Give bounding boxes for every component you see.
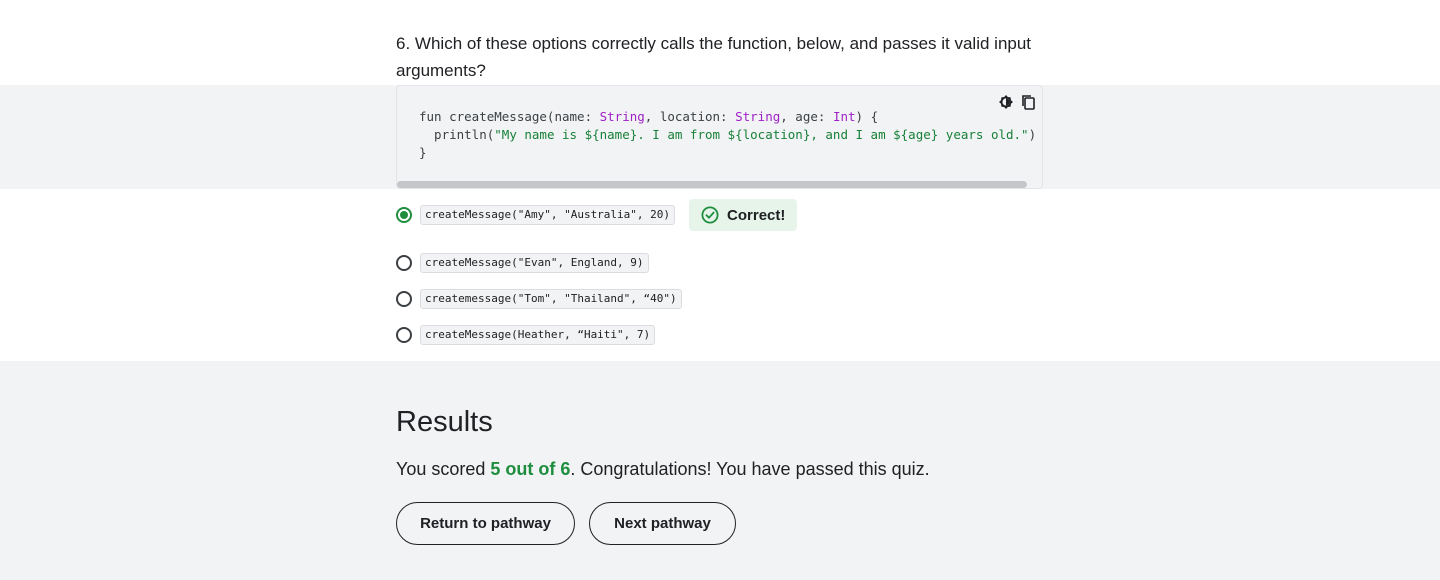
- radio-button[interactable]: [396, 327, 412, 343]
- option-code: createMessage("Evan", England, 9): [420, 253, 649, 273]
- option-code: createMessage("Amy", "Australia", 20): [420, 205, 676, 225]
- results-title: Results: [396, 406, 493, 438]
- code-type: String: [599, 109, 645, 124]
- feedback-label: Correct!: [727, 206, 786, 224]
- code-horizontal-scrollbar[interactable]: [397, 181, 1027, 188]
- answer-option[interactable]: createMessage("Amy", "Australia", 20) Co…: [396, 199, 798, 231]
- code-text: , age:: [780, 109, 833, 124]
- code-text: , location:: [644, 109, 736, 124]
- results-prefix: You scored: [396, 459, 491, 479]
- next-pathway-button[interactable]: Next pathway: [589, 502, 736, 545]
- code-text: fun createMessage(name:: [419, 109, 600, 124]
- results-summary: You scored 5 out of 6. Congratulations! …: [396, 457, 930, 481]
- code-content: fun createMessage(name: String, location…: [419, 108, 1042, 162]
- radio-dot: [400, 211, 408, 219]
- radio-button[interactable]: [396, 255, 412, 271]
- radio-button-selected[interactable]: [396, 207, 412, 223]
- results-suffix: . Congratulations! You have passed this …: [570, 459, 930, 479]
- radio-button[interactable]: [396, 291, 412, 307]
- option-code: createMessage(Heather, “Haiti", 7): [420, 325, 656, 345]
- code-type: Int: [832, 109, 856, 124]
- code-text: ): [1028, 127, 1037, 142]
- question-text: 6. Which of these options correctly call…: [396, 30, 1036, 84]
- code-text: println(: [419, 127, 495, 142]
- code-text: ) {: [855, 109, 879, 124]
- option-code: createmessage("Tom", "Thailand", “40"): [420, 289, 682, 309]
- code-text: }: [419, 145, 427, 160]
- answer-option[interactable]: createMessage("Evan", England, 9): [396, 251, 649, 275]
- check-circle-icon: [701, 206, 719, 224]
- question-number: 6.: [396, 34, 411, 53]
- return-to-pathway-button[interactable]: Return to pathway: [396, 502, 575, 545]
- answer-option[interactable]: createMessage(Heather, “Haiti", 7): [396, 323, 656, 347]
- code-string: "My name is ${name}. I am from ${locatio…: [494, 127, 1029, 142]
- answer-option[interactable]: createmessage("Tom", "Thailand", “40"): [396, 287, 682, 311]
- correct-feedback-badge: Correct!: [689, 199, 798, 231]
- question-body: Which of these options correctly calls t…: [396, 34, 1032, 80]
- score-value: 5 out of 6: [490, 459, 571, 479]
- code-type: String: [735, 109, 781, 124]
- code-block: fun createMessage(name: String, location…: [396, 85, 1043, 189]
